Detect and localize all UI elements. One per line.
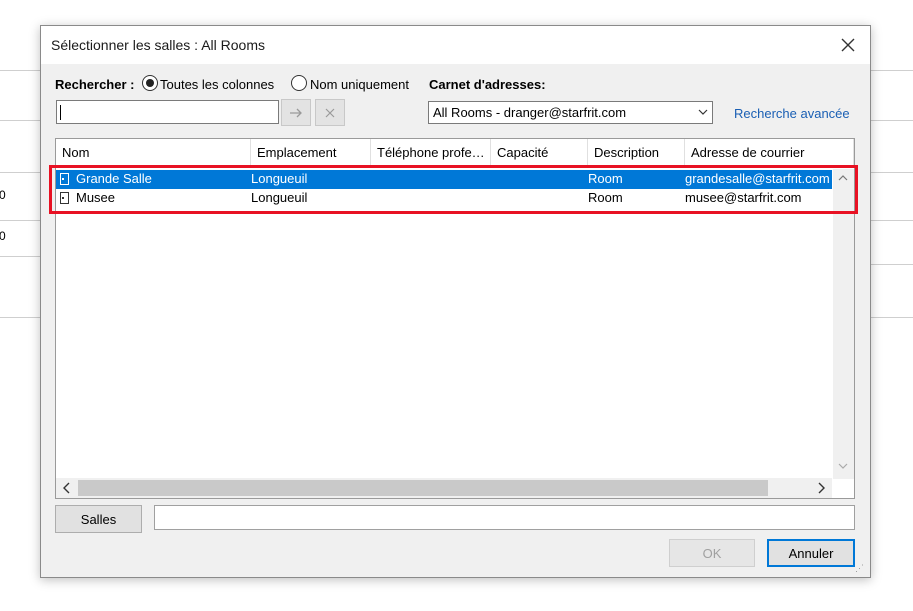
- list-header: Nom Emplacement Téléphone profe… Capacit…: [56, 139, 854, 165]
- radio-name-only[interactable]: [291, 75, 307, 91]
- radio-all-columns[interactable]: [142, 75, 158, 91]
- background-divider: [0, 172, 40, 173]
- close-button[interactable]: [825, 26, 870, 64]
- column-header-capacity[interactable]: Capacité: [491, 139, 588, 165]
- address-book-value: All Rooms - dranger@starfrit.com: [433, 105, 627, 120]
- chevron-down-icon: [697, 104, 709, 123]
- rooms-button[interactable]: Salles: [55, 505, 142, 533]
- room-name: Grande Salle: [76, 171, 152, 186]
- resize-grip-icon[interactable]: ⋰: [855, 563, 865, 573]
- scroll-left-icon[interactable]: [62, 482, 72, 497]
- background-divider: [0, 120, 40, 121]
- column-header-location[interactable]: Emplacement: [251, 139, 371, 165]
- arrow-right-icon: [290, 108, 302, 117]
- column-header-name[interactable]: Nom: [56, 139, 251, 165]
- cancel-button[interactable]: Annuler: [767, 539, 855, 567]
- search-clear-button[interactable]: [315, 99, 345, 126]
- room-email: grandesalle@starfrit.com: [685, 171, 830, 186]
- title-bar: Sélectionner les salles : All Rooms: [41, 26, 870, 64]
- scroll-thumb[interactable]: [78, 480, 768, 496]
- room-name: Musee: [76, 190, 116, 205]
- x-icon: [325, 108, 335, 117]
- room-icon: [60, 173, 69, 185]
- background-divider: [870, 317, 913, 318]
- scroll-up-icon[interactable]: [838, 171, 848, 186]
- room-icon: [60, 192, 69, 204]
- search-label: Rechercher :: [55, 77, 135, 92]
- dialog-title: Sélectionner les salles : All Rooms: [51, 37, 265, 53]
- room-description: Room: [588, 171, 623, 186]
- room-location: Longueuil: [251, 190, 308, 205]
- rooms-field[interactable]: [154, 505, 855, 530]
- room-description: Room: [588, 190, 623, 205]
- background-divider: [870, 172, 913, 173]
- search-go-button[interactable]: [281, 99, 311, 126]
- rooms-list[interactable]: Nom Emplacement Téléphone profe… Capacit…: [55, 138, 855, 499]
- address-book-select[interactable]: All Rooms - dranger@starfrit.com: [428, 101, 713, 124]
- scroll-right-icon[interactable]: [816, 482, 826, 497]
- advanced-search-link[interactable]: Recherche avancée: [734, 106, 850, 121]
- ok-button[interactable]: OK: [669, 539, 755, 567]
- background-divider: [0, 256, 40, 257]
- room-location: Longueuil: [251, 171, 308, 186]
- background-divider: [870, 264, 913, 265]
- text-caret: [60, 105, 61, 120]
- radio-all-columns-label[interactable]: Toutes les colonnes: [160, 77, 274, 92]
- table-row[interactable]: Grande Salle Longueuil Room grandesalle@…: [56, 170, 832, 189]
- search-input[interactable]: [56, 100, 279, 124]
- room-email: musee@starfrit.com: [685, 190, 802, 205]
- column-header-description[interactable]: Description: [588, 139, 685, 165]
- background-divider: [870, 70, 913, 71]
- horizontal-scrollbar[interactable]: [56, 478, 832, 498]
- background-divider: [0, 70, 40, 71]
- background-value: 0: [0, 229, 6, 243]
- column-header-phone[interactable]: Téléphone profe…: [371, 139, 491, 165]
- background-value: 0: [0, 188, 6, 202]
- background-divider: [870, 120, 913, 121]
- vertical-scrollbar[interactable]: [833, 169, 854, 479]
- column-header-email[interactable]: Adresse de courrier: [685, 139, 854, 165]
- background-divider: [0, 220, 40, 221]
- radio-name-only-label[interactable]: Nom uniquement: [310, 77, 409, 92]
- table-row[interactable]: Musee Longueuil Room musee@starfrit.com: [56, 189, 832, 208]
- background-divider: [0, 317, 40, 318]
- background-divider: [870, 220, 913, 221]
- close-icon: [841, 38, 854, 52]
- scroll-down-icon[interactable]: [838, 459, 848, 474]
- address-book-label: Carnet d'adresses:: [429, 77, 546, 92]
